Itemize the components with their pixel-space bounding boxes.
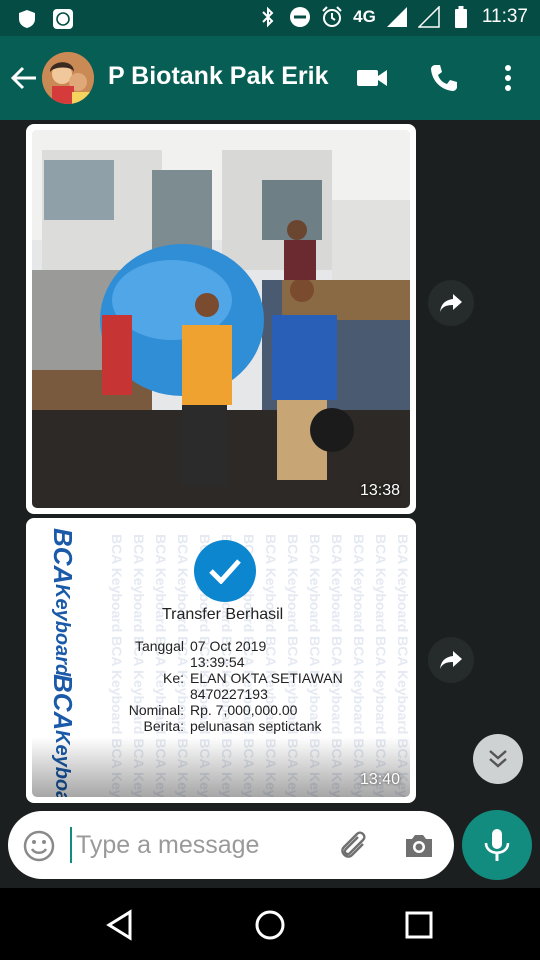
emoji-icon[interactable] — [22, 829, 56, 868]
double-chevron-down-icon — [489, 750, 507, 768]
system-navigation-bar — [0, 888, 540, 960]
recents-nav-icon[interactable] — [402, 908, 436, 942]
microphone-icon — [484, 829, 510, 861]
truck-photo[interactable]: 13:38 — [32, 130, 410, 508]
image-message-1[interactable]: 13:38 — [26, 124, 416, 514]
message-input[interactable] — [70, 827, 330, 863]
transfer-receipt[interactable]: BCA Keyboard BCA Keyboard BCA Keyboard B… — [32, 524, 410, 797]
receipt-title: Transfer Berhasil — [162, 606, 284, 623]
signal-empty-icon — [417, 6, 440, 28]
chat-header: P Biotank Pak Erik — [0, 36, 540, 120]
image-message-2[interactable]: BCA Keyboard BCA Keyboard BCA Keyboard B… — [26, 518, 416, 803]
back-arrow-icon[interactable] — [10, 64, 38, 92]
receipt-row: Nominal: Rp. 7,000,000.00 — [128, 702, 298, 718]
network-type: 4G — [353, 7, 376, 26]
home-nav-icon[interactable] — [253, 908, 287, 942]
receipt-row: 13:39:54 — [190, 654, 245, 670]
status-bar: 4G 11:37 — [0, 0, 540, 36]
contact-name[interactable]: P Biotank Pak Erik — [108, 62, 328, 91]
bluetooth-icon — [257, 6, 279, 28]
signal-icon — [386, 6, 408, 28]
message-composer — [8, 811, 454, 879]
message-time: 13:40 — [359, 771, 400, 788]
camera-icon[interactable] — [402, 829, 436, 868]
attach-icon[interactable] — [336, 829, 370, 868]
battery-icon — [450, 6, 472, 28]
chat-area[interactable]: 13:38 BCA Keyboard BCA Keyboard BCA Keyb… — [0, 120, 540, 888]
back-nav-icon[interactable] — [104, 908, 138, 942]
video-call-icon[interactable] — [356, 62, 388, 94]
notification-app-icon — [52, 8, 74, 30]
receipt-row: 8470227193 — [190, 686, 268, 702]
do-not-disturb-icon — [289, 6, 311, 28]
phone-call-icon[interactable] — [428, 62, 460, 94]
forward-icon[interactable] — [428, 280, 474, 326]
forward-icon[interactable] — [428, 637, 474, 683]
status-time: 11:37 — [481, 6, 528, 27]
svg-text:Keyboard: Keyboard — [51, 584, 73, 677]
scroll-to-bottom-button[interactable] — [473, 734, 523, 784]
more-options-icon[interactable] — [492, 62, 524, 94]
receipt-row: Ke: ELAN OKTA SETIAWAN — [162, 670, 343, 686]
receipt-details: Tanggal 07 Oct 2019 13:39:54 Ke: ELAN OKTA… — [92, 638, 343, 734]
receipt-row: Tanggal 07 Oct 2019 — [134, 638, 267, 654]
svg-text:BCA: BCA — [48, 674, 78, 730]
shield-icon — [16, 8, 38, 30]
success-check-icon — [194, 540, 256, 602]
alarm-icon — [321, 6, 343, 28]
message-time: 13:38 — [359, 482, 400, 499]
avatar[interactable] — [42, 52, 94, 104]
receipt-row: Berita: pelunasan septictank — [143, 718, 322, 734]
svg-text:BCA: BCA — [48, 528, 78, 584]
voice-record-button[interactable] — [462, 810, 532, 880]
